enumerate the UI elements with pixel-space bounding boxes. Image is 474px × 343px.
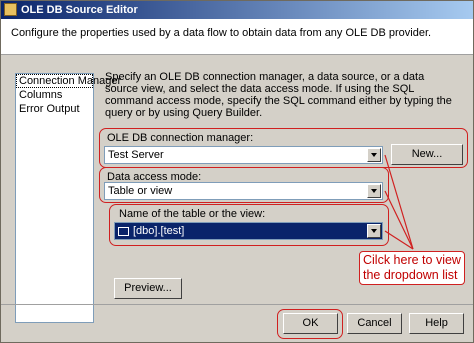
- cancel-button[interactable]: Cancel: [347, 313, 402, 334]
- annotation-arrows: [384, 154, 414, 250]
- arrow-to-connection: [384, 154, 414, 250]
- footer-separator: [1, 304, 473, 305]
- annotation-callout: Cilck here to view the dropdown list: [359, 251, 465, 285]
- annotation-line-1: Cilck here to view: [363, 253, 461, 267]
- annotation-line-2: the dropdown list: [363, 268, 458, 282]
- help-button[interactable]: Help: [409, 313, 464, 334]
- ole-db-source-editor-window: OLE DB Source Editor Configure the prope…: [0, 0, 474, 343]
- ok-button[interactable]: OK: [283, 313, 338, 334]
